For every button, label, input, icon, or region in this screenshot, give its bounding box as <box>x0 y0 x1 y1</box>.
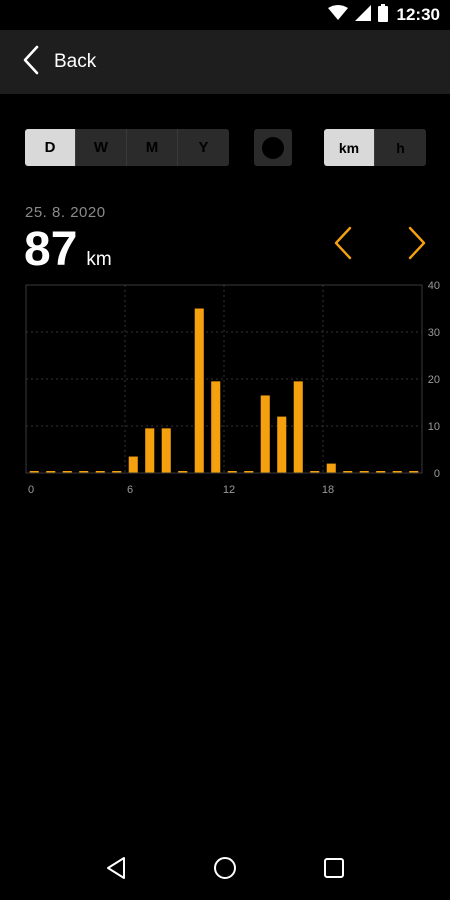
chart-bar <box>194 308 204 473</box>
chart-bar <box>128 456 138 473</box>
battery-icon <box>377 3 388 27</box>
signal-icon <box>354 4 371 26</box>
period-option-week[interactable]: W <box>76 129 127 166</box>
y-tick-label: 40 <box>428 280 440 292</box>
previous-day-button[interactable] <box>326 226 360 264</box>
chart-bar <box>161 428 171 473</box>
back-button[interactable]: Back <box>0 30 96 94</box>
period-option-month[interactable]: M <box>127 129 178 166</box>
total-value: 87 <box>24 223 78 276</box>
back-label: Back <box>54 51 97 72</box>
unit-option-km[interactable]: km <box>324 129 375 166</box>
chart-bar <box>326 463 336 473</box>
total-unit: km <box>86 249 112 270</box>
chart-bar <box>260 395 270 473</box>
chart-bar <box>277 416 287 473</box>
x-tick-label: 12 <box>223 484 235 496</box>
period-option-day[interactable]: D <box>25 129 76 166</box>
system-home-button[interactable] <box>205 850 245 890</box>
chart-bar <box>293 381 303 473</box>
chart-bar <box>145 428 155 473</box>
chevron-left-icon <box>333 226 353 265</box>
unit-option-h[interactable]: h <box>375 129 426 166</box>
next-day-button[interactable] <box>400 226 434 264</box>
circle-home-icon <box>213 856 237 885</box>
total-distance: 87 km <box>24 222 112 278</box>
period-selector: D W M Y <box>25 129 229 166</box>
wifi-icon <box>327 4 348 26</box>
status-bar: 12:30 <box>0 0 450 30</box>
x-tick-label: 6 <box>127 484 133 496</box>
square-recents-icon <box>322 856 346 885</box>
x-tick-label: 0 <box>28 484 34 496</box>
status-time: 12:30 <box>396 5 440 24</box>
system-recents-button[interactable] <box>314 850 354 890</box>
record-toggle-button[interactable] <box>254 129 292 166</box>
y-tick-label: 0 <box>434 468 440 480</box>
y-tick-label: 30 <box>428 327 440 339</box>
y-tick-label: 20 <box>428 374 440 386</box>
chart-bar <box>211 381 221 473</box>
distance-bar-chart: 0 10 20 30 40 0 6 12 18 <box>25 280 440 496</box>
unit-selector: km h <box>324 129 426 166</box>
date-label: 25. 8. 2020 <box>25 204 106 221</box>
chart-grid <box>26 285 422 473</box>
system-navigation-bar <box>0 840 450 900</box>
period-option-year[interactable]: Y <box>178 129 229 166</box>
y-tick-label: 10 <box>428 421 440 433</box>
app-bar: Back <box>0 30 450 94</box>
x-tick-label: 18 <box>322 484 334 496</box>
chevron-left-icon <box>22 45 40 80</box>
chevron-right-icon <box>407 226 427 265</box>
chart-labels: 0 10 20 30 40 0 6 12 18 <box>28 280 440 496</box>
system-back-button[interactable] <box>96 850 136 890</box>
circle-icon <box>262 136 284 159</box>
triangle-back-icon <box>104 856 128 885</box>
status-icons: 12:30 <box>327 3 440 27</box>
